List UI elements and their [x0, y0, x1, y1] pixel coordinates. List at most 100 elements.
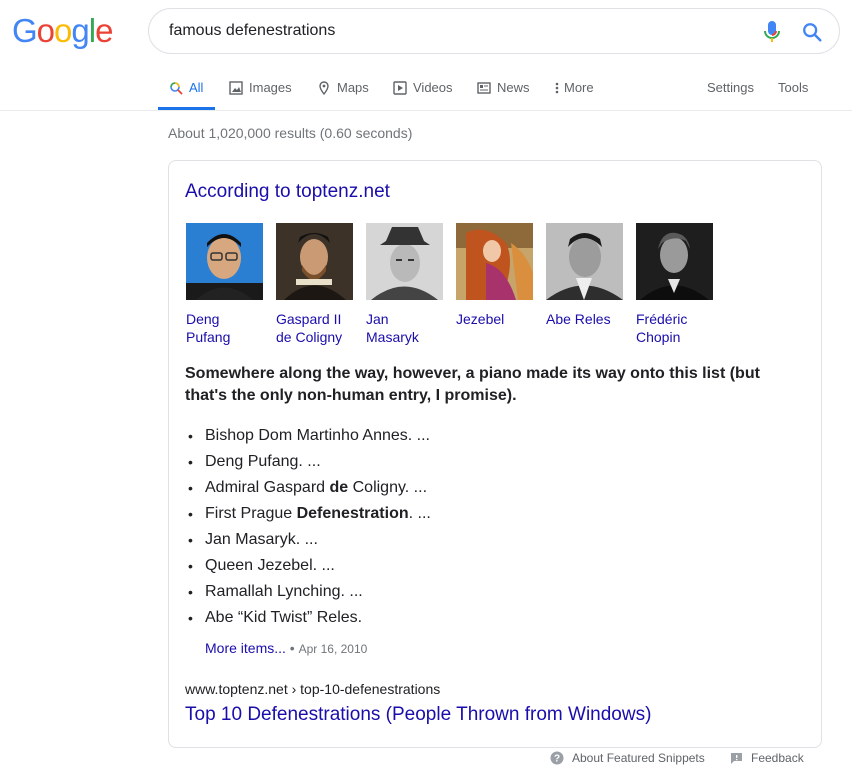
- tab-label: Maps: [337, 80, 369, 95]
- portrait-image: [186, 223, 263, 300]
- snippet-source-title[interactable]: According to toptenz.net: [185, 181, 390, 203]
- person-name-line: Deng: [186, 311, 220, 327]
- tab-maps[interactable]: Maps: [317, 80, 369, 95]
- separator: •: [285, 640, 299, 656]
- person-name-line: de Coligny: [276, 329, 343, 345]
- search-icon[interactable]: [801, 21, 823, 43]
- feedback-label: Feedback: [751, 751, 804, 765]
- list-bold-text: Defenestration: [296, 505, 409, 522]
- list-text: First Prague: [205, 505, 297, 522]
- list-text: Coligny. ...: [348, 479, 428, 496]
- search-input[interactable]: famous defenestrations: [169, 22, 335, 40]
- logo-letter: g: [71, 12, 89, 49]
- person-name-line: Chopin: [636, 329, 681, 345]
- tab-label: More: [564, 80, 594, 95]
- list-text: Jan Masaryk. ...: [205, 531, 318, 548]
- person-thumb[interactable]: Jan Masaryk: [366, 223, 443, 346]
- news-icon: [477, 81, 491, 94]
- feedback-link[interactable]: Feedback: [730, 751, 804, 765]
- person-name-line: Gaspard II: [276, 311, 342, 327]
- person-name-line: Masaryk: [366, 329, 419, 345]
- person-name-line: Jan: [366, 311, 389, 327]
- about-featured-snippets[interactable]: ? About Featured Snippets: [550, 751, 705, 765]
- painting-image: [456, 223, 533, 300]
- result-url[interactable]: www.toptenz.net › top-10-defenestrations: [185, 681, 440, 697]
- list-text: . ...: [408, 505, 431, 522]
- list-item: Admiral Gaspard de Coligny. ...: [188, 475, 431, 501]
- video-icon: [393, 80, 407, 95]
- tab-more[interactable]: More: [554, 80, 594, 95]
- tab-settings[interactable]: Settings: [707, 80, 754, 95]
- microphone-icon[interactable]: [762, 20, 782, 44]
- result-stats: About 1,020,000 results (0.60 seconds): [168, 125, 413, 141]
- google-logo[interactable]: Google: [12, 12, 113, 50]
- list-bold-text: de: [329, 479, 349, 496]
- person-thumb[interactable]: Abe Reles: [546, 223, 623, 346]
- more-items-link[interactable]: More items...: [205, 640, 286, 656]
- tab-label: Tools: [778, 80, 809, 95]
- list-item: First Prague Defenestration. ...: [188, 501, 431, 527]
- result-title-link[interactable]: Top 10 Defenestrations (People Thrown fr…: [185, 704, 651, 726]
- person-thumb[interactable]: Frédéric Chopin: [636, 223, 713, 346]
- person-name-line: Pufang: [186, 329, 231, 345]
- person-name: Frédéric Chopin: [636, 310, 713, 346]
- list-item: Ramallah Lynching. ...: [188, 579, 431, 605]
- tab-news[interactable]: News: [477, 80, 530, 95]
- tab-label: Videos: [413, 80, 453, 95]
- list-item: Abe “Kid Twist” Reles.: [188, 605, 431, 631]
- tab-label: Settings: [707, 80, 754, 95]
- person-thumb[interactable]: Deng Pufang: [186, 223, 263, 346]
- tab-label: Images: [249, 80, 292, 95]
- list-item: Jan Masaryk. ...: [188, 527, 431, 553]
- list-text: Queen Jezebel. ...: [205, 557, 335, 574]
- active-tab-indicator: [158, 107, 215, 110]
- svg-text:?: ?: [554, 754, 560, 765]
- tab-tools[interactable]: Tools: [778, 80, 808, 95]
- portrait-image: [276, 223, 353, 300]
- tab-label: All: [189, 80, 204, 95]
- logo-letter: e: [95, 12, 113, 49]
- logo-letter: o: [54, 12, 72, 49]
- person-name: Deng Pufang: [186, 310, 263, 346]
- people-carousel: Deng Pufang Gaspard II de Coligny Jan Ma…: [186, 223, 713, 346]
- map-pin-icon: [319, 80, 329, 95]
- more-items-row: More items... • Apr 16, 2010: [205, 640, 367, 656]
- list-text: Abe “Kid Twist” Reles.: [205, 609, 363, 626]
- portrait-image: [366, 223, 443, 300]
- list-text: Bishop Dom Martinho Annes. ...: [205, 427, 430, 444]
- person-name: Jan Masaryk: [366, 310, 443, 346]
- snippet-list: Bishop Dom Martinho Annes. ... Deng Pufa…: [188, 423, 431, 631]
- image-icon: [229, 80, 243, 95]
- person-name-line: Abe Reles: [546, 311, 611, 327]
- list-text: Admiral Gaspard: [205, 479, 330, 496]
- person-thumb[interactable]: Jezebel: [456, 223, 533, 346]
- search-box[interactable]: famous defenestrations: [148, 8, 840, 54]
- help-icon: ?: [550, 751, 564, 765]
- person-name: Jezebel: [456, 310, 533, 328]
- logo-letter: G: [12, 12, 38, 49]
- list-item: Bishop Dom Martinho Annes. ...: [188, 423, 431, 449]
- person-name: Gaspard II de Coligny: [276, 310, 353, 346]
- portrait-image: [546, 223, 623, 300]
- snippet-headline: Somewhere along the way, however, a pian…: [185, 365, 760, 404]
- more-vert-icon: [555, 82, 559, 93]
- person-thumb[interactable]: Gaspard II de Coligny: [276, 223, 353, 346]
- tab-videos[interactable]: Videos: [393, 80, 453, 95]
- person-name-line: Jezebel: [456, 311, 505, 327]
- list-text: Ramallah Lynching. ...: [205, 583, 363, 600]
- list-text: Deng Pufang. ...: [205, 453, 321, 470]
- about-featured-snippets-label: About Featured Snippets: [572, 751, 705, 765]
- tab-images[interactable]: Images: [229, 80, 292, 95]
- tab-all[interactable]: All: [169, 80, 203, 95]
- search-tabs: All Images Maps Videos News More Setting…: [0, 60, 852, 111]
- person-name: Abe Reles: [546, 310, 623, 328]
- portrait-image: [636, 223, 713, 300]
- person-name-line: Frédéric: [636, 311, 688, 327]
- list-item: Queen Jezebel. ...: [188, 553, 431, 579]
- snippet-date: Apr 16, 2010: [298, 642, 368, 656]
- search-icon: [170, 81, 183, 95]
- feedback-icon: [731, 752, 742, 764]
- list-item: Deng Pufang. ...: [188, 449, 431, 475]
- featured-snippet-card: According to toptenz.net Deng Pufang Gas…: [168, 160, 822, 748]
- tab-label: News: [497, 80, 530, 95]
